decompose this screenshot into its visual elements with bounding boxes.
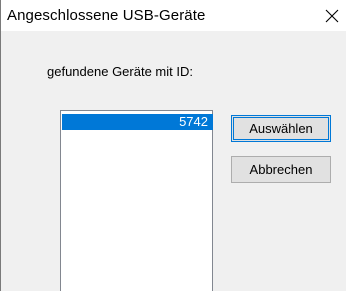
close-icon (325, 9, 339, 22)
select-button[interactable]: Auswählen (231, 115, 331, 142)
device-list-label: gefundene Geräte mit ID: (47, 64, 193, 79)
close-button[interactable] (317, 0, 346, 31)
usb-devices-dialog: Angeschlossene USB-Geräte gefundene Gerä… (0, 0, 346, 291)
title-bar[interactable]: Angeschlossene USB-Geräte (1, 0, 346, 31)
cancel-button[interactable]: Abbrechen (231, 156, 331, 183)
window-title: Angeschlossene USB-Geräte (7, 7, 206, 24)
device-list-item[interactable]: 5742 (62, 114, 213, 130)
device-listbox[interactable]: 5742 (60, 110, 213, 291)
